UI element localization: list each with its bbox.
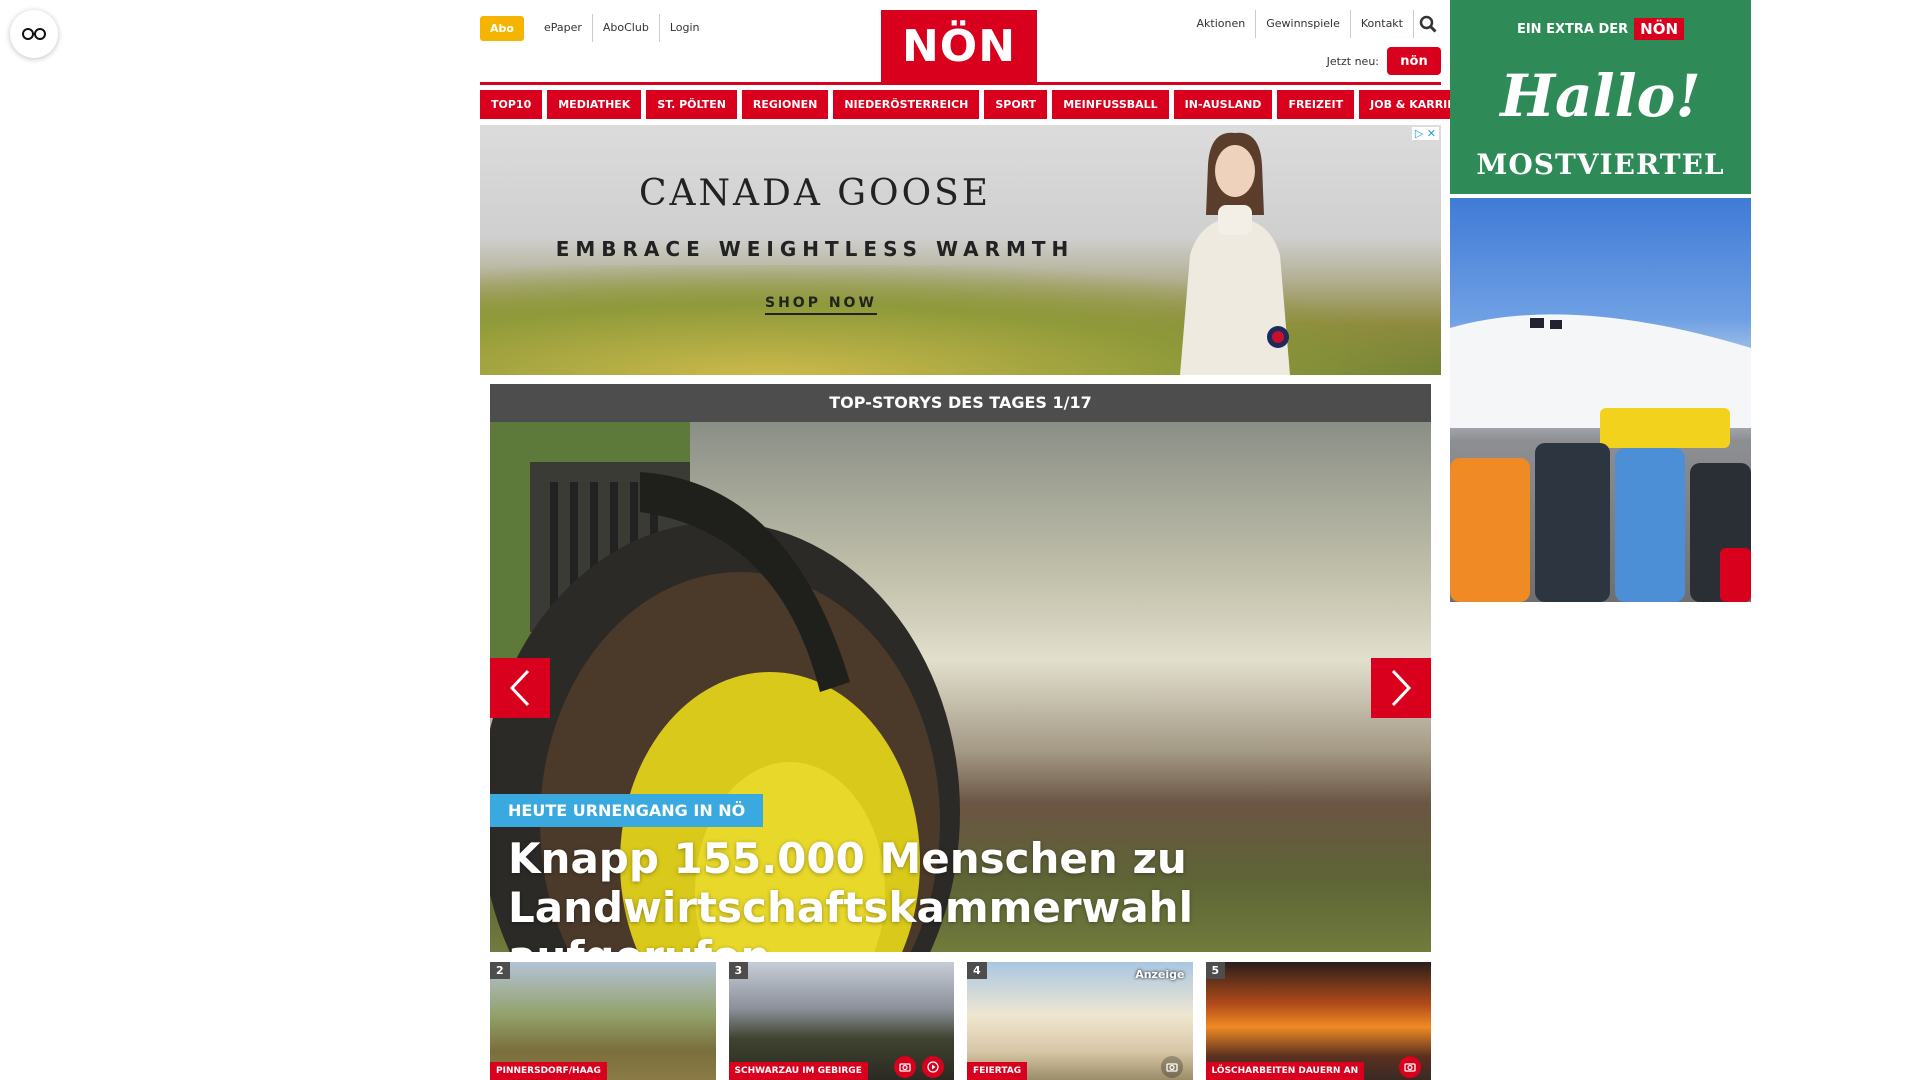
ad-tagline: EMBRACE WEIGHTLESS WARMTH xyxy=(555,237,1075,261)
play-icon xyxy=(922,1056,944,1078)
login-link[interactable]: Login xyxy=(658,14,710,42)
category-nav: TOP10 MEDIATHEK ST. PÖLTEN REGIONEN NIED… xyxy=(480,90,1482,119)
page-container: Abo ePaper AboClub Login NÖN Aktionen Ge… xyxy=(480,0,1482,1080)
abo-button[interactable]: Abo xyxy=(480,15,524,41)
search-icon[interactable] xyxy=(1413,10,1441,38)
nav-sport[interactable]: SPORT xyxy=(984,90,1048,119)
new-app-badge[interactable]: nön xyxy=(1387,47,1441,75)
story-thumbnails: 2 PINNERSDORF/HAAG 3 SCHWARZAU IM GEBIRG… xyxy=(490,962,1431,1080)
thumb-tag: PINNERSDORF/HAAG xyxy=(490,1062,607,1080)
story-headline[interactable]: Knapp 155.000 Menschen zu Landwirtschaft… xyxy=(508,834,1408,952)
aboclub-link[interactable]: AboClub xyxy=(591,14,659,42)
hero-story[interactable]: HEUTE URNENGANG IN NÖ Knapp 155.000 Mens… xyxy=(490,422,1431,952)
kontakt-link[interactable]: Kontakt xyxy=(1349,10,1413,38)
top-nav-left: Abo ePaper AboClub Login xyxy=(480,14,710,42)
story-kicker: HEUTE URNENGANG IN NÖ xyxy=(490,794,764,827)
epaper-link[interactable]: ePaper xyxy=(534,14,592,42)
ad-shop-now[interactable]: SHOP NOW xyxy=(765,295,877,315)
thumb-number: 4 xyxy=(967,962,987,979)
top-nav-right: Aktionen Gewinnspiele Kontakt xyxy=(1187,10,1441,38)
jetzt-neu-label: Jetzt neu: xyxy=(1326,54,1379,68)
extra-prefix: EIN EXTRA DER xyxy=(1516,21,1629,37)
glasses-icon xyxy=(22,28,46,40)
nav-freizeit[interactable]: FREIZEIT xyxy=(1277,90,1355,119)
header-divider xyxy=(480,82,1441,85)
story-thumb[interactable]: 4 Anzeige FEIERTAG xyxy=(967,962,1193,1080)
thumb-tag: SCHWARZAU IM GEBIRGE xyxy=(728,1062,868,1080)
noen-logo[interactable]: NÖN xyxy=(881,10,1037,83)
ad-extra-line: EIN EXTRA DER NÖN xyxy=(1450,18,1751,40)
gewinnspiele-link[interactable]: Gewinnspiele xyxy=(1255,10,1350,38)
airport-ad-image xyxy=(1450,314,1751,602)
hallo-title: Hallo! xyxy=(1500,62,1701,130)
jetzt-neu: Jetzt neu: nön xyxy=(1327,46,1441,76)
nav-meinfussball[interactable]: MEINFUSSBALL xyxy=(1052,90,1169,119)
nav-regionen[interactable]: REGIONEN xyxy=(741,90,829,119)
thumb-number: 2 xyxy=(490,962,510,979)
nav-mediathek[interactable]: MEDIATHEK xyxy=(547,90,642,119)
thumb-number: 3 xyxy=(728,962,749,979)
chevron-right-icon xyxy=(1391,669,1412,707)
story-thumb[interactable]: 3 SCHWARZAU IM GEBIRGE xyxy=(728,962,954,1080)
top-stories-title: TOP-STORYS DES TAGES 1/17 xyxy=(490,384,1431,422)
aktionen-link[interactable]: Aktionen xyxy=(1187,10,1256,38)
extra-brand: NÖN xyxy=(1634,18,1685,40)
ad-choices-icon[interactable]: ▷ ✕ xyxy=(1411,127,1439,140)
ad-brand: CANADA GOOSE xyxy=(638,173,992,214)
nav-st-poelten[interactable]: ST. PÖLTEN xyxy=(646,90,737,119)
thumb-tag: FEIERTAG xyxy=(967,1062,1028,1080)
thumb-number: 5 xyxy=(1205,962,1226,979)
nav-in-ausland[interactable]: IN-AUSLAND xyxy=(1173,90,1273,119)
mostviertel-ad[interactable]: EIN EXTRA DER NÖN Hallo! MOSTVIERTEL xyxy=(1450,0,1751,194)
story-thumb[interactable]: 2 PINNERSDORF/HAAG xyxy=(490,962,716,1080)
camera-icon xyxy=(894,1056,916,1078)
sponsored-label: Anzeige xyxy=(1135,968,1185,981)
nav-niederoesterreich[interactable]: NIEDERÖSTERREICH xyxy=(833,90,980,119)
nav-top10[interactable]: TOP10 xyxy=(480,90,543,119)
story-thumb[interactable]: 5 LÖSCHARBEITEN DAUERN AN xyxy=(1205,962,1431,1080)
chevron-left-icon xyxy=(509,669,530,707)
canada-goose-ad[interactable]: CANADA GOOSE EMBRACE WEIGHTLESS WARMTH S… xyxy=(480,125,1441,375)
next-story-button[interactable] xyxy=(1371,658,1431,718)
camera-icon xyxy=(1160,1056,1183,1078)
ad-model-image xyxy=(1180,132,1290,375)
region-title: MOSTVIERTEL xyxy=(1476,148,1725,181)
airport-ad[interactable] xyxy=(1450,198,1751,602)
camera-icon xyxy=(1399,1056,1421,1078)
reader-mode-button[interactable] xyxy=(10,10,58,58)
thumb-tag: LÖSCHARBEITEN DAUERN AN xyxy=(1205,1062,1365,1080)
prev-story-button[interactable] xyxy=(490,658,550,718)
